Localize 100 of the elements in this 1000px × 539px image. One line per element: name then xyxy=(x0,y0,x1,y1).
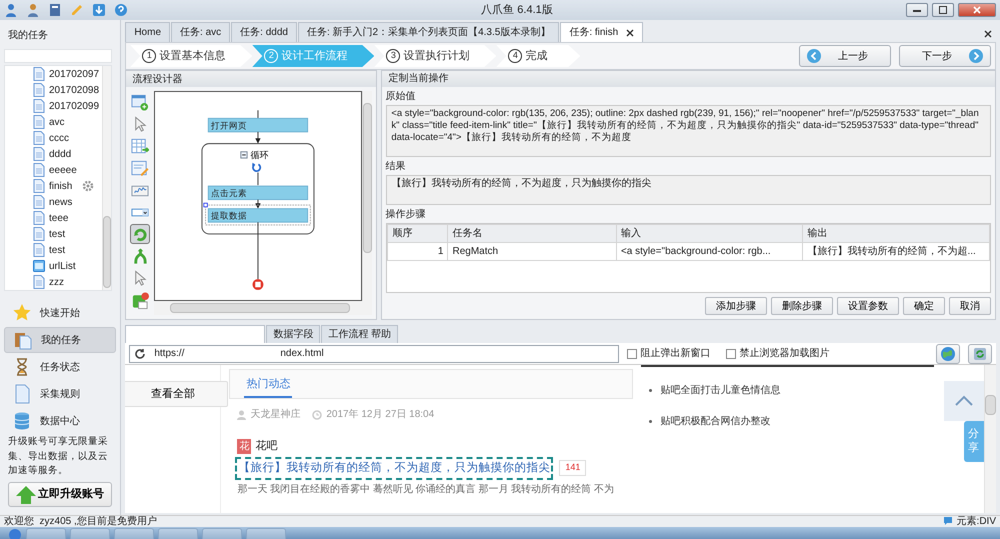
raw-value-field[interactable]: <a style="background-color: rgb(135, 206, 235); outline: 2px dashed rgb(239, 91, 156);" rel="noopener" href="/p/5259537533" target="_blank" class="title feed-item-link" title="【旅行】我转动所有的经筒，不为超度，只为触摸你的指尖" data-id="5259537533" data-type="thread" data-locate="4">【旅行】我转动所有的经筒，不为超度 xyxy=(386,104,991,158)
tree-item[interactable]: 201702098 xyxy=(5,82,102,98)
tree-item[interactable]: test xyxy=(5,226,102,242)
tree-item[interactable]: finish xyxy=(5,178,102,194)
feed-tab[interactable]: 热门动态 xyxy=(244,368,292,398)
tool-button[interactable] xyxy=(130,158,150,178)
loop-label: 循环 xyxy=(251,150,270,160)
notice-link[interactable]: 贴吧积极配合网信办整改 xyxy=(660,414,770,429)
scrollbar[interactable] xyxy=(154,301,372,315)
expand-toggle[interactable] xyxy=(240,151,248,159)
checkbox[interactable]: 阻止弹出新窗口 xyxy=(627,346,710,361)
close-icon[interactable] xyxy=(984,30,992,38)
end-icon xyxy=(252,279,264,290)
user-icon[interactable] xyxy=(26,3,40,17)
minimize-icon xyxy=(913,8,921,12)
nav-item[interactable]: 数据中心 xyxy=(4,408,116,434)
nav-item[interactable]: 快速开始 xyxy=(4,300,116,326)
scrollbar[interactable] xyxy=(362,91,372,301)
person-icon[interactable] xyxy=(4,3,18,17)
nav-item[interactable]: 任务状态 xyxy=(4,354,116,380)
panel-tab[interactable]: 数据字段 xyxy=(266,325,320,343)
url-field[interactable]: https:// ndex.html xyxy=(129,344,620,362)
tree-item[interactable]: cccc xyxy=(5,130,102,146)
action-button[interactable]: 取消 xyxy=(949,297,991,315)
close-button[interactable] xyxy=(958,3,996,17)
nav-item[interactable]: 我的任务 xyxy=(4,327,116,354)
table-cell: 1 xyxy=(388,242,448,260)
action-button[interactable]: 设置参数 xyxy=(837,297,899,315)
minimize-button[interactable] xyxy=(906,3,928,17)
panel-heading: 我的任务 xyxy=(8,30,48,41)
scrollbar[interactable] xyxy=(102,66,112,290)
tree-item[interactable]: teee xyxy=(5,210,102,226)
post-time: 2017年 12月 27日 18:04 xyxy=(326,408,434,422)
maximize-button[interactable] xyxy=(932,3,954,17)
view-all-button[interactable]: 查看全部 xyxy=(125,381,228,407)
flow-step[interactable]: 点击元素 xyxy=(208,186,308,200)
notice-link[interactable]: 贴吧全面打击儿童色情信息 xyxy=(660,383,780,398)
end-icon xyxy=(131,290,150,310)
result-field[interactable]: 【旅行】我转动所有的经筒，不为超度，只为触摸你的指尖 xyxy=(386,175,991,205)
action-button[interactable]: 添加步骤 xyxy=(705,297,767,315)
wizard-step[interactable]: 1 设置基本信息 xyxy=(130,45,252,67)
action-button[interactable]: 确定 xyxy=(903,297,945,315)
document-icon xyxy=(33,195,45,210)
search-field[interactable] xyxy=(4,49,112,64)
tree-item[interactable]: 201702099 xyxy=(5,98,102,114)
document-tab[interactable]: Home xyxy=(125,22,170,42)
panel-heading: 定制当前操作 xyxy=(388,72,448,86)
reload-page-button[interactable] xyxy=(968,344,992,364)
tree-item[interactable]: dddd xyxy=(5,146,102,162)
document-tab[interactable]: 任务: 新手入门2：采集单个列表页面【4.3.5版本录制】 xyxy=(298,22,560,42)
wizard-step[interactable]: 4 完成 xyxy=(496,45,580,67)
tree-item[interactable]: news xyxy=(5,194,102,210)
document-tab[interactable]: 任务: finish xyxy=(560,22,644,42)
tool-button[interactable] xyxy=(130,136,150,156)
tree-item[interactable]: zzz xyxy=(5,274,102,290)
flow-step[interactable]: 提取数据 xyxy=(204,202,312,226)
document-icon xyxy=(33,115,45,130)
tool-button[interactable] xyxy=(130,290,150,310)
document-tab[interactable]: 任务: dddd xyxy=(231,22,297,42)
panel-tab[interactable]: 工作流程 帮助 xyxy=(321,325,398,343)
scrollbar[interactable] xyxy=(984,365,996,513)
refresh-icon[interactable] xyxy=(134,348,146,360)
tree-item[interactable]: eeeee xyxy=(5,162,102,178)
flow-step[interactable]: 打开网页 xyxy=(208,118,308,132)
loop-icon xyxy=(252,162,262,172)
previous-step-button[interactable]: 上一步 xyxy=(799,45,891,67)
next-step-button[interactable]: 下一步 xyxy=(899,45,991,67)
document-tab[interactable]: 任务: avc xyxy=(171,22,230,42)
close-icon[interactable] xyxy=(626,28,634,36)
panel-tab[interactable] xyxy=(125,325,266,343)
clipboard-icon xyxy=(13,330,33,350)
open-page-button[interactable] xyxy=(936,344,960,364)
tree-item[interactable]: avc xyxy=(5,114,102,130)
globe-icon xyxy=(940,346,956,362)
nav-item[interactable]: 采集规则 xyxy=(4,381,116,408)
action-button[interactable]: 删除步骤 xyxy=(771,297,833,315)
tool-button[interactable] xyxy=(130,224,150,244)
tree-item[interactable]: 201702097 xyxy=(5,66,102,82)
document-icon xyxy=(33,99,45,114)
help-icon[interactable] xyxy=(114,3,128,17)
checkbox[interactable]: 禁止浏览器加载图片 xyxy=(726,346,830,361)
maximize-icon xyxy=(939,6,947,14)
document-icon xyxy=(33,211,45,226)
download-icon[interactable] xyxy=(92,3,106,17)
document-icon xyxy=(33,67,45,82)
tree-item[interactable]: test xyxy=(5,242,102,258)
start-icon[interactable] xyxy=(8,527,22,539)
document-icon xyxy=(33,83,45,98)
settings-icon[interactable] xyxy=(82,180,94,192)
back-to-top-button[interactable] xyxy=(944,381,984,421)
panel-heading: 流程设计器 xyxy=(132,72,182,86)
forum-name[interactable]: 花吧 xyxy=(255,438,278,454)
field-label: 原始值 xyxy=(385,90,416,102)
upgrade-button[interactable]: 立即升级账号 xyxy=(8,482,112,508)
connector-line xyxy=(258,172,259,186)
tree-item[interactable]: urlList xyxy=(5,258,102,274)
post-title-link[interactable]: 【旅行】我转动所有的经筒，不为超度，只为触摸你的指尖 xyxy=(237,458,552,478)
tool-button[interactable] xyxy=(130,92,150,112)
book-icon[interactable] xyxy=(48,3,62,17)
wizard-step[interactable]: 3 设置执行计划 xyxy=(374,45,496,67)
